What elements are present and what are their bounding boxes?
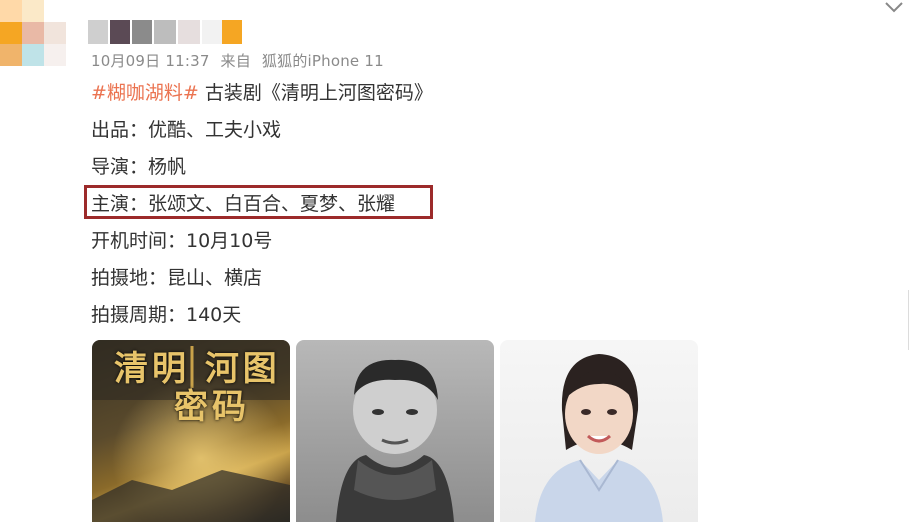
duration-line: 拍摄周期：140天	[91, 304, 242, 326]
chevron-down-icon[interactable]	[881, 0, 907, 20]
avatar[interactable]	[0, 0, 80, 70]
post-meta: 10月09日 11:37 来自 狐狐的iPhone 11	[91, 50, 390, 71]
post-title-line: #糊咖湖料# 古装剧《清明上河图密码》	[91, 81, 433, 105]
location-line: 拍摄地：昆山、横店	[91, 267, 263, 289]
actor-portrait-art	[336, 359, 454, 522]
actress-photo-woman[interactable]	[500, 340, 698, 522]
hashtag-link[interactable]: #糊咖湖料#	[91, 82, 199, 104]
source-prefix: 来自	[220, 52, 251, 70]
scrollbar-edge[interactable]	[908, 290, 913, 350]
post-date[interactable]: 10月09日 11:37	[91, 52, 210, 70]
drama-poster-image[interactable]: 清明 河图 密码	[92, 340, 290, 522]
source-device[interactable]: 狐狐的iPhone 11	[262, 52, 384, 70]
username-blurred[interactable]	[88, 20, 248, 46]
director-line: 导演：杨帆	[91, 156, 187, 178]
poster-title-text: 清明 河图 密码	[114, 349, 281, 427]
producer-line: 出品：优酷、工夫小戏	[91, 119, 282, 141]
actress-portrait-art	[535, 354, 663, 522]
start-date-line: 开机时间：10月10号	[91, 230, 273, 252]
actor-photo-man[interactable]	[296, 340, 494, 522]
post-title: 古装剧《清明上河图密码》	[198, 82, 433, 104]
cast-highlight-box	[84, 185, 433, 219]
